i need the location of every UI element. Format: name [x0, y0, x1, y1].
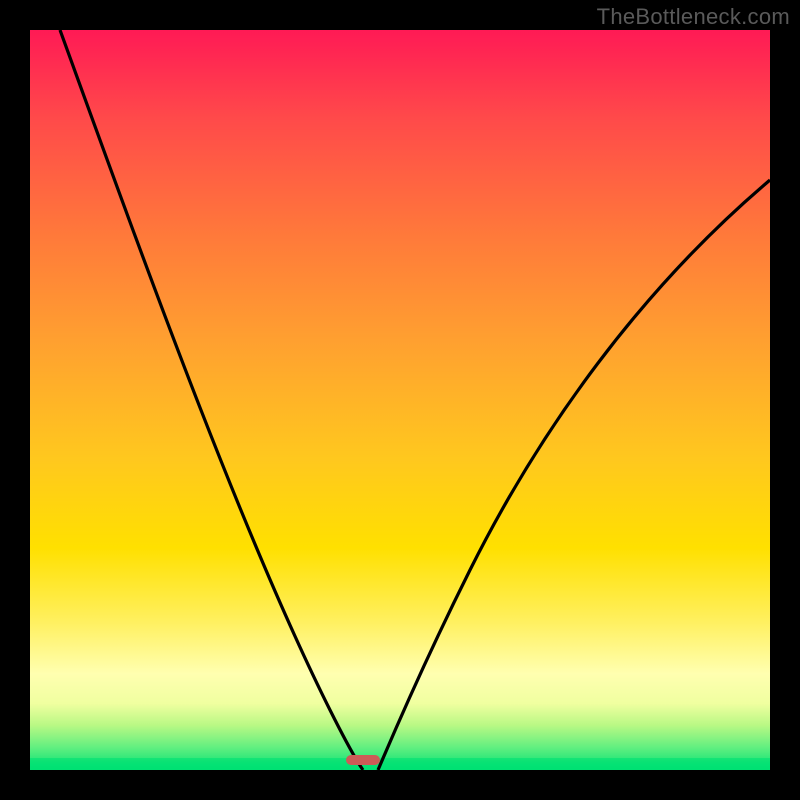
curve-right	[378, 180, 770, 770]
bottleneck-curve	[30, 30, 770, 770]
curve-left	[60, 30, 363, 770]
watermark-text: TheBottleneck.com	[597, 4, 790, 30]
chart-frame: TheBottleneck.com	[0, 0, 800, 800]
plot-area	[30, 30, 770, 770]
optimal-marker	[346, 755, 380, 765]
